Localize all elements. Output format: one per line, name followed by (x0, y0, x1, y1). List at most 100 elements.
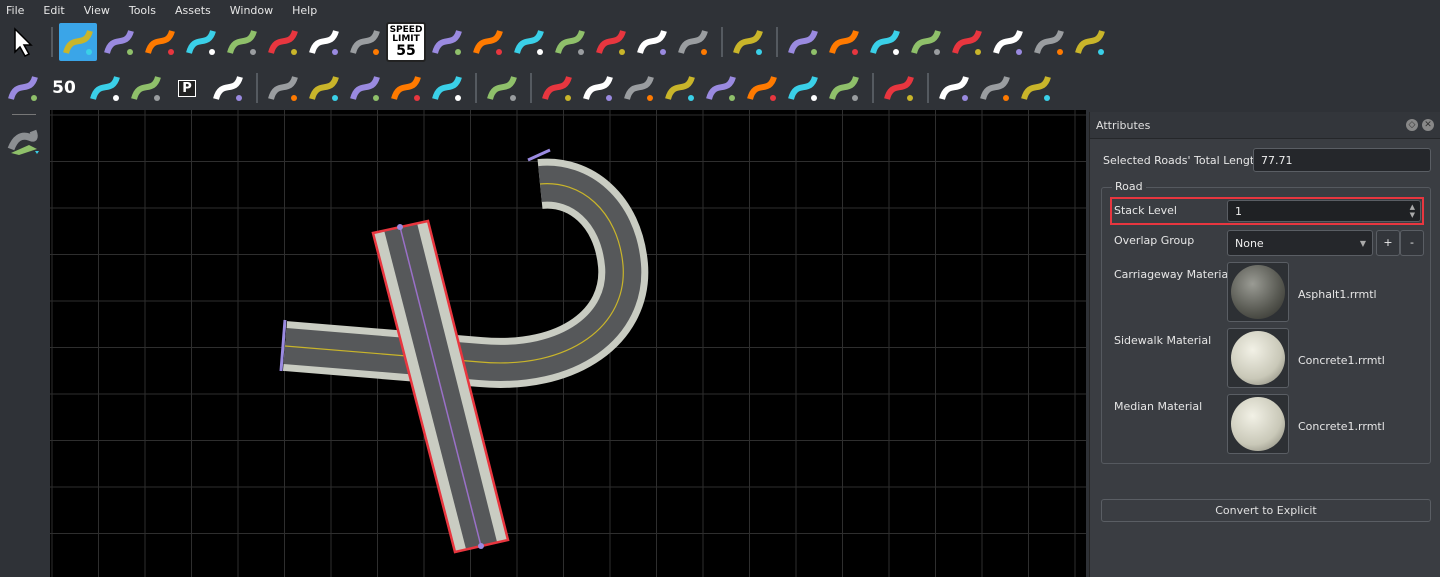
lane-split-icon[interactable] (469, 23, 507, 61)
junction-slip-icon[interactable] (551, 23, 589, 61)
median-material-thumbnail[interactable] (1227, 394, 1289, 454)
attributes-panel: Attributes ◇ ✕ Selected Roads' Total Leng… (1089, 112, 1440, 577)
road-plan-icon[interactable] (59, 23, 97, 61)
total-length-field[interactable]: 77.71 (1253, 148, 1431, 172)
height-map-icon[interactable] (579, 69, 617, 107)
prop-curve-icon[interactable] (387, 69, 425, 107)
float-icon[interactable]: ◇ (1406, 119, 1418, 131)
toolbar-separator (475, 73, 477, 103)
lane-marking-add-icon[interactable] (948, 23, 986, 61)
left-tool-strip (0, 110, 48, 577)
remove-overlap-group-button[interactable]: - (1400, 230, 1424, 256)
road-group-title: Road (1112, 180, 1146, 193)
elevation-map-icon[interactable] (538, 69, 576, 107)
menu-file[interactable]: File (6, 4, 24, 17)
median-material-label: Median Material (1114, 400, 1203, 413)
cone-icon[interactable] (264, 69, 302, 107)
lane-width-tool-icon[interactable] (784, 23, 822, 61)
surface-icon[interactable] (127, 69, 165, 107)
layer-marker-icon[interactable] (825, 69, 863, 107)
spin-arrows-icon[interactable]: ▲ ▼ (1410, 203, 1415, 219)
measure-icon[interactable] (880, 69, 918, 107)
toolbar-separator (872, 73, 874, 103)
menu-edit[interactable]: Edit (43, 4, 64, 17)
prop-point-icon[interactable] (305, 69, 343, 107)
menu-window[interactable]: Window (230, 4, 273, 17)
carriageway-material-label: Carriageway Material (1114, 268, 1232, 281)
layer-road-icon[interactable] (702, 69, 740, 107)
junction-add-icon[interactable] (510, 23, 548, 61)
add-overlap-group-button[interactable]: + (1376, 230, 1400, 256)
menu-help[interactable]: Help (292, 4, 317, 17)
toolbar-primary: SPEED LIMIT 55 (0, 21, 1112, 63)
select-arrow-icon[interactable] (4, 23, 42, 61)
stack-level-label: Stack Level (1114, 204, 1177, 217)
road-construction-icon[interactable] (141, 23, 179, 61)
speed-limit-sign-icon[interactable]: SPEED LIMIT 55 (385, 22, 427, 62)
menu-assets[interactable]: Assets (175, 4, 211, 17)
carriageway-material-file: Asphalt1.rrmtl (1298, 288, 1377, 301)
junction-lanes-icon[interactable] (592, 23, 630, 61)
lane-add-tool-icon[interactable] (825, 23, 863, 61)
carriageway-material-thumbnail[interactable] (1227, 262, 1289, 322)
sidewalk-material-label: Sidewalk Material (1114, 334, 1212, 347)
lane-direction-icon[interactable] (729, 23, 767, 61)
lane-marking-split-icon[interactable] (1030, 23, 1068, 61)
roundabout-icon[interactable] (100, 23, 138, 61)
stack-level-value: 1 (1235, 204, 1242, 218)
median-material-file: Concrete1.rrmtl (1298, 420, 1385, 433)
menu-view[interactable]: View (84, 4, 110, 17)
road-rotate-icon[interactable] (223, 23, 261, 61)
panel-title: Attributes (1096, 118, 1151, 132)
sidewalk-material-thumbnail[interactable] (1227, 328, 1289, 388)
road-layer-icon[interactable] (5, 121, 43, 159)
convert-to-explicit-button[interactable]: Convert to Explicit (1101, 499, 1431, 522)
road-group: Road Stack Level 1 ▲ ▼ Overlap Group None ▼… (1101, 180, 1431, 464)
branch-icon[interactable] (661, 69, 699, 107)
road-visibility-icon[interactable] (976, 69, 1014, 107)
terrain-icon[interactable] (483, 69, 521, 107)
scene-viewport[interactable] (50, 110, 1086, 577)
chevron-down-icon: ▼ (1359, 238, 1366, 248)
parking-icon[interactable]: P (168, 69, 206, 107)
menu-tools[interactable]: Tools (129, 4, 156, 17)
lane-add-icon[interactable] (428, 23, 466, 61)
spline-icon[interactable] (86, 69, 124, 107)
terrain-visibility-icon[interactable] (1017, 69, 1055, 107)
overlap-group-value: None (1235, 236, 1264, 250)
toolbar-separator (776, 27, 778, 57)
toolbar-separator (530, 73, 532, 103)
sign-icon[interactable] (428, 69, 466, 107)
scene-canvas[interactable] (50, 110, 1086, 577)
bridge-icon[interactable] (305, 23, 343, 61)
toolbar-separator (927, 73, 929, 103)
toolbar-separator (51, 27, 53, 57)
close-icon[interactable]: ✕ (1422, 119, 1434, 131)
toolbar-secondary: 50 P (0, 67, 1058, 109)
total-length-label: Selected Roads' Total Length (1103, 154, 1262, 167)
prop-polygon-icon[interactable] (346, 69, 384, 107)
lane-marking-arrows-icon[interactable] (1071, 23, 1109, 61)
crosswalk-icon[interactable] (209, 69, 247, 107)
toolbar-separator (256, 73, 258, 103)
point-cloud-icon[interactable] (620, 69, 658, 107)
road-elevation-icon[interactable] (182, 23, 220, 61)
layer-point-icon[interactable] (784, 69, 822, 107)
overlap-group-select[interactable]: None ▼ (1227, 230, 1373, 256)
lane-cross-icon[interactable] (989, 23, 1027, 61)
maneuver-icon[interactable]: 50 (45, 69, 83, 107)
layer-spline-icon[interactable] (743, 69, 781, 107)
lane-marking-icon[interactable] (4, 69, 42, 107)
stack-level-spinbox[interactable]: 1 ▲ ▼ (1227, 200, 1421, 222)
traffic-light-icon[interactable] (674, 23, 712, 61)
parking-text: P (178, 79, 196, 97)
lane-elevation-icon[interactable] (866, 23, 904, 61)
panel-header: Attributes ◇ ✕ (1090, 112, 1440, 139)
sidewalk-material-file: Concrete1.rrmtl (1298, 354, 1385, 367)
surface-map-icon[interactable] (346, 23, 384, 61)
lane-width-icon[interactable] (264, 23, 302, 61)
junction-curve-icon[interactable] (633, 23, 671, 61)
camera-icon[interactable] (935, 69, 973, 107)
lane-marking-insert-icon[interactable] (907, 23, 945, 61)
toolbar-separator (721, 27, 723, 57)
